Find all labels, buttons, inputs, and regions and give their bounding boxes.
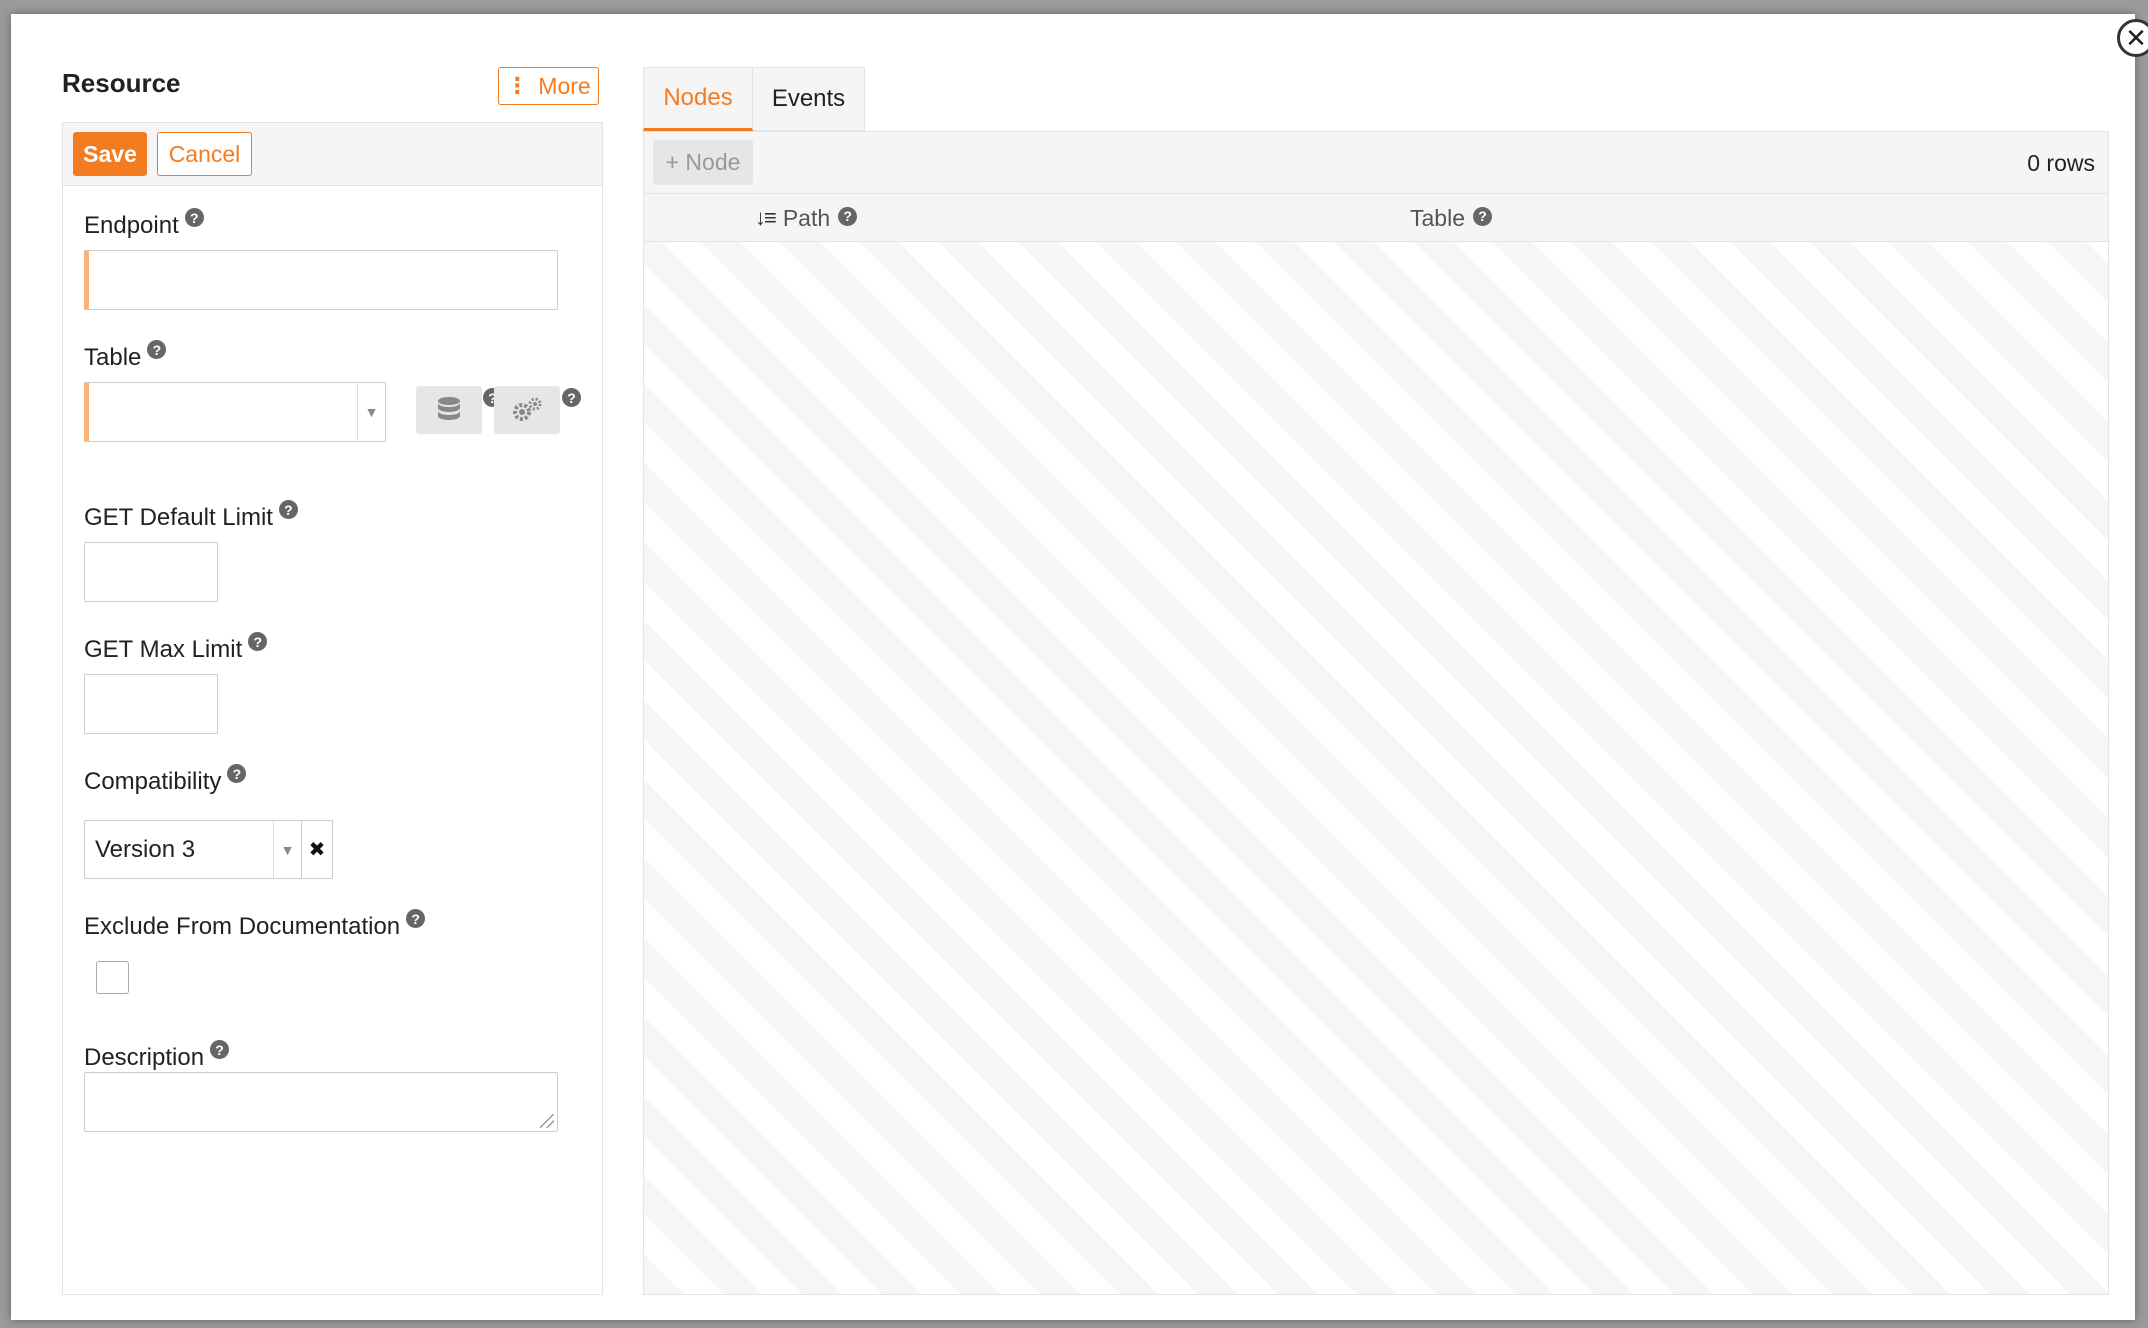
more-button[interactable]: ⋮ More (498, 67, 599, 105)
grid-empty-body (644, 242, 2108, 1294)
chevron-down-icon[interactable]: ▼ (273, 821, 301, 878)
resize-handle-icon[interactable] (540, 1114, 554, 1128)
table-label: Table ? (84, 340, 167, 372)
add-node-button[interactable]: + Node (653, 140, 753, 185)
get-default-limit-label-text: GET Default Limit (84, 504, 273, 531)
exclude-from-documentation-label: Exclude From Documentation ? (84, 909, 426, 941)
exclude-from-documentation-label-text: Exclude From Documentation (84, 913, 401, 940)
description-label: Description ? (84, 1040, 230, 1072)
panel-title: Resource (62, 68, 181, 98)
resource-dialog: ✕ Resource ⋮ More Save Cancel Endpoint ?… (11, 14, 2148, 1320)
tab-events[interactable]: Events (753, 67, 865, 131)
column-header-table-label: Table (1410, 204, 1465, 231)
help-icon[interactable]: ? (838, 206, 858, 226)
column-header-table[interactable]: Table ? (1410, 194, 1492, 242)
sort-ascending-icon[interactable]: ↓≡ (755, 205, 777, 231)
endpoint-label: Endpoint ? (84, 208, 204, 240)
tab-nodes[interactable]: Nodes (643, 67, 753, 131)
table-label-text: Table (84, 344, 142, 371)
help-icon[interactable]: ? (248, 632, 268, 651)
endpoint-label-text: Endpoint (84, 212, 179, 239)
cancel-button[interactable]: Cancel (157, 132, 252, 176)
column-header-path-label: Path (782, 204, 831, 231)
compatibility-select-value: Version 3 (95, 835, 196, 863)
help-icon[interactable]: ? (147, 340, 167, 359)
database-button[interactable] (416, 386, 482, 434)
clear-selection-icon[interactable]: ✖ (301, 820, 333, 879)
column-header-path[interactable]: ↓≡ Path ? (755, 194, 858, 242)
description-textarea[interactable] (84, 1072, 558, 1132)
get-default-limit-input[interactable] (84, 542, 218, 602)
get-default-limit-label: GET Default Limit ? (84, 500, 298, 532)
gears-icon (513, 397, 542, 421)
vertical-dots-icon: ⋮ (506, 73, 529, 98)
get-max-limit-label: GET Max Limit ? (84, 632, 268, 664)
table-settings-button[interactable] (494, 386, 560, 434)
help-icon[interactable]: ? (227, 764, 247, 783)
help-icon[interactable]: ? (406, 909, 426, 928)
help-icon[interactable]: ? (1472, 206, 1492, 226)
close-icon[interactable]: ✕ (2117, 19, 2148, 57)
help-icon[interactable]: ? (278, 500, 298, 519)
help-icon[interactable]: ? (210, 1040, 230, 1059)
database-icon (438, 397, 460, 420)
grid-toolbar: + Node 0 rows (644, 132, 2108, 194)
more-button-label: More (538, 72, 591, 99)
description-label-text: Description (84, 1044, 205, 1071)
compatibility-label: Compatibility ? (84, 764, 247, 796)
nodes-grid: + Node 0 rows ↓≡ Path ? Table ? (643, 131, 2109, 1295)
compatibility-select[interactable]: Version 3 ▼ (84, 820, 302, 879)
help-icon[interactable]: ? (184, 208, 204, 227)
compatibility-label-text: Compatibility (84, 768, 222, 795)
chevron-down-icon[interactable]: ▼ (357, 383, 385, 441)
help-icon[interactable]: ? (562, 388, 581, 407)
table-select[interactable]: ▼ (84, 382, 386, 442)
get-max-limit-input[interactable] (84, 674, 218, 734)
row-count: 0 rows (2027, 149, 2095, 176)
endpoint-input[interactable] (84, 250, 558, 310)
save-button[interactable]: Save (73, 132, 147, 176)
get-max-limit-label-text: GET Max Limit (84, 636, 243, 663)
grid-header: ↓≡ Path ? Table ? (644, 194, 2108, 242)
form-toolbar: Save Cancel (63, 123, 602, 186)
exclude-from-documentation-checkbox[interactable] (96, 961, 129, 994)
